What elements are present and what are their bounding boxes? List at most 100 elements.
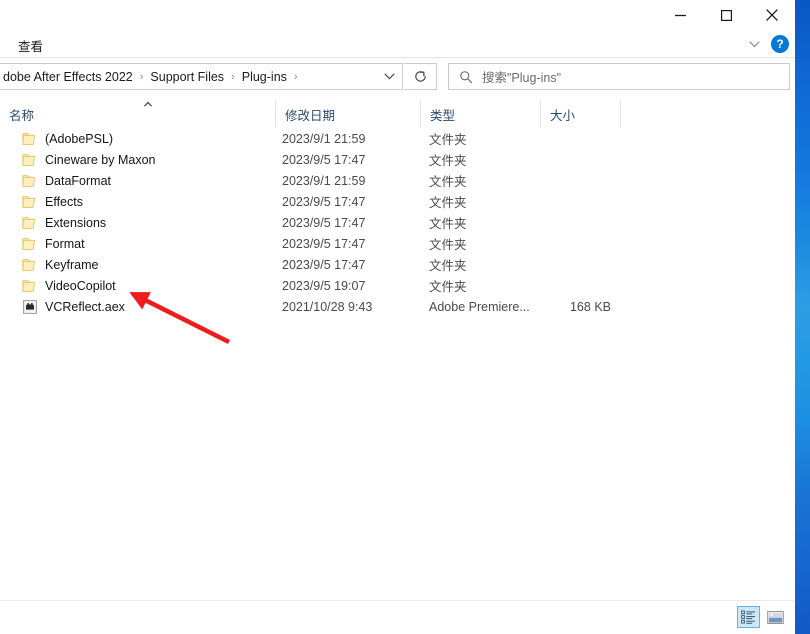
file-type-cell: 文件夹 bbox=[429, 196, 467, 210]
file-type-cell: 文件夹 bbox=[429, 280, 467, 294]
column-header-name[interactable]: 名称 bbox=[0, 100, 275, 128]
file-size-cell: 168 KB bbox=[569, 299, 611, 314]
file-name-cell: VCReflect.aex bbox=[22, 299, 125, 315]
search-placeholder: 搜索"Plug-ins" bbox=[482, 71, 562, 85]
file-name-label: Effects bbox=[45, 194, 83, 209]
table-row[interactable]: Cineware by Maxon 2023/9/5 17:47 文件夹 bbox=[0, 149, 795, 170]
column-header-size[interactable]: 大小 bbox=[540, 100, 620, 128]
address-bar[interactable]: dobe After Effects 2022 › Support Files … bbox=[0, 63, 403, 90]
file-date-cell: 2023/9/5 17:47 bbox=[282, 215, 366, 230]
table-row[interactable]: Format 2023/9/5 17:47 文件夹 bbox=[0, 233, 795, 254]
file-type-cell: 文件夹 bbox=[429, 259, 467, 273]
desktop-background-strip bbox=[795, 0, 810, 634]
file-type-cell: 文件夹 bbox=[429, 154, 467, 168]
file-name-label: VideoCopilot bbox=[45, 278, 116, 293]
maximize-button[interactable] bbox=[703, 0, 749, 30]
file-name-label: (AdobePSL) bbox=[45, 131, 114, 146]
file-name-cell: Extensions bbox=[22, 215, 106, 231]
column-header-type[interactable]: 类型 bbox=[420, 100, 540, 128]
breadcrumb-separator[interactable]: › bbox=[228, 71, 238, 83]
table-row[interactable]: (AdobePSL) 2023/9/1 21:59 文件夹 bbox=[0, 128, 795, 149]
breadcrumb-item-1[interactable]: Support Files bbox=[146, 67, 228, 87]
refresh-button[interactable] bbox=[404, 63, 437, 90]
folder-icon bbox=[22, 131, 38, 147]
file-explorer-window: 查看 ? dobe After Effects 2022 › Support F… bbox=[0, 0, 795, 634]
file-name-cell: Keyframe bbox=[22, 257, 99, 273]
ribbon-expand-button[interactable] bbox=[743, 33, 765, 55]
large-icons-view-button[interactable] bbox=[764, 606, 787, 628]
details-view-button[interactable] bbox=[737, 606, 760, 628]
file-type-cell: 文件夹 bbox=[429, 217, 467, 231]
breadcrumb-item-0[interactable]: dobe After Effects 2022 bbox=[0, 67, 137, 87]
file-name-label: Format bbox=[45, 236, 85, 251]
folder-icon bbox=[22, 278, 38, 294]
search-icon bbox=[459, 70, 473, 84]
maximize-icon bbox=[720, 9, 732, 21]
file-type-cell: 文件夹 bbox=[429, 133, 467, 147]
file-date-cell: 2021/10/28 9:43 bbox=[282, 299, 373, 314]
folder-icon bbox=[22, 173, 38, 189]
file-date-cell: 2023/9/1 21:59 bbox=[282, 131, 366, 146]
file-name-label: Cineware by Maxon bbox=[45, 152, 156, 167]
navigation-bar: dobe After Effects 2022 › Support Files … bbox=[0, 58, 795, 96]
file-date-cell: 2023/9/5 19:07 bbox=[282, 278, 366, 293]
file-name-cell: VideoCopilot bbox=[22, 278, 116, 294]
folder-icon bbox=[22, 152, 38, 168]
table-row[interactable]: Effects 2023/9/5 17:47 文件夹 bbox=[0, 191, 795, 212]
folder-icon bbox=[22, 194, 38, 210]
help-button[interactable]: ? bbox=[771, 35, 789, 53]
table-row[interactable]: VideoCopilot 2023/9/5 19:07 文件夹 bbox=[0, 275, 795, 296]
folder-icon bbox=[22, 257, 38, 273]
table-row[interactable]: DataFormat 2023/9/1 21:59 文件夹 bbox=[0, 170, 795, 191]
status-bar bbox=[0, 600, 795, 634]
minimize-icon bbox=[674, 14, 686, 16]
file-name-label: DataFormat bbox=[45, 173, 111, 188]
table-row[interactable]: Extensions 2023/9/5 17:47 文件夹 bbox=[0, 212, 795, 233]
file-name-label: VCReflect.aex bbox=[45, 299, 125, 314]
title-bar bbox=[0, 0, 795, 30]
close-icon bbox=[766, 9, 778, 21]
file-name-cell: DataFormat bbox=[22, 173, 111, 189]
file-type-cell: 文件夹 bbox=[429, 175, 467, 189]
file-name-cell: Cineware by Maxon bbox=[22, 152, 155, 168]
file-name-cell: Format bbox=[22, 236, 85, 252]
file-date-cell: 2023/9/5 17:47 bbox=[282, 152, 366, 167]
column-header-date-modified[interactable]: 修改日期 bbox=[275, 100, 420, 128]
refresh-icon bbox=[414, 71, 426, 82]
file-date-cell: 2023/9/5 17:47 bbox=[282, 236, 366, 251]
breadcrumb-separator[interactable]: › bbox=[137, 71, 147, 83]
plugin-file-icon bbox=[22, 299, 38, 315]
folder-icon bbox=[22, 236, 38, 252]
column-header-row: 名称 修改日期 类型 大小 bbox=[0, 100, 795, 129]
minimize-button[interactable] bbox=[657, 0, 703, 30]
view-mode-buttons bbox=[737, 606, 787, 628]
ribbon-tab-bar: 查看 ? bbox=[0, 30, 795, 58]
close-button[interactable] bbox=[749, 0, 795, 30]
file-list[interactable]: (AdobePSL) 2023/9/1 21:59 文件夹 Cineware by M… bbox=[0, 128, 795, 601]
folder-icon bbox=[22, 215, 38, 231]
file-type-cell: Adobe Premiere... bbox=[429, 299, 530, 314]
ribbon-right-controls: ? bbox=[743, 32, 789, 56]
search-input[interactable]: 搜索"Plug-ins" bbox=[448, 63, 790, 90]
details-view-icon bbox=[741, 610, 756, 624]
table-row[interactable]: VCReflect.aex 2021/10/28 9:43 Adobe Premie… bbox=[0, 296, 795, 317]
breadcrumb: dobe After Effects 2022 › Support Files … bbox=[0, 64, 376, 89]
breadcrumb-separator-trailing[interactable]: › bbox=[291, 71, 301, 83]
file-name-cell: Effects bbox=[22, 194, 83, 210]
breadcrumb-item-2[interactable]: Plug-ins bbox=[238, 67, 291, 87]
address-history-dropdown-button[interactable] bbox=[376, 64, 402, 89]
file-date-cell: 2023/9/5 17:47 bbox=[282, 194, 366, 209]
column-header-spacer[interactable] bbox=[620, 100, 795, 128]
file-type-cell: 文件夹 bbox=[429, 238, 467, 252]
tab-view[interactable]: 查看 bbox=[12, 34, 49, 57]
file-name-cell: (AdobePSL) bbox=[22, 131, 113, 147]
file-date-cell: 2023/9/1 21:59 bbox=[282, 173, 366, 188]
table-row[interactable]: Keyframe 2023/9/5 17:47 文件夹 bbox=[0, 254, 795, 275]
large-icons-view-icon bbox=[767, 610, 784, 624]
sort-ascending-caret-icon bbox=[143, 101, 153, 107]
window-controls bbox=[657, 0, 795, 30]
file-name-label: Keyframe bbox=[45, 257, 99, 272]
file-name-label: Extensions bbox=[45, 215, 107, 230]
chevron-down-icon bbox=[383, 73, 395, 80]
file-date-cell: 2023/9/5 17:47 bbox=[282, 257, 366, 272]
